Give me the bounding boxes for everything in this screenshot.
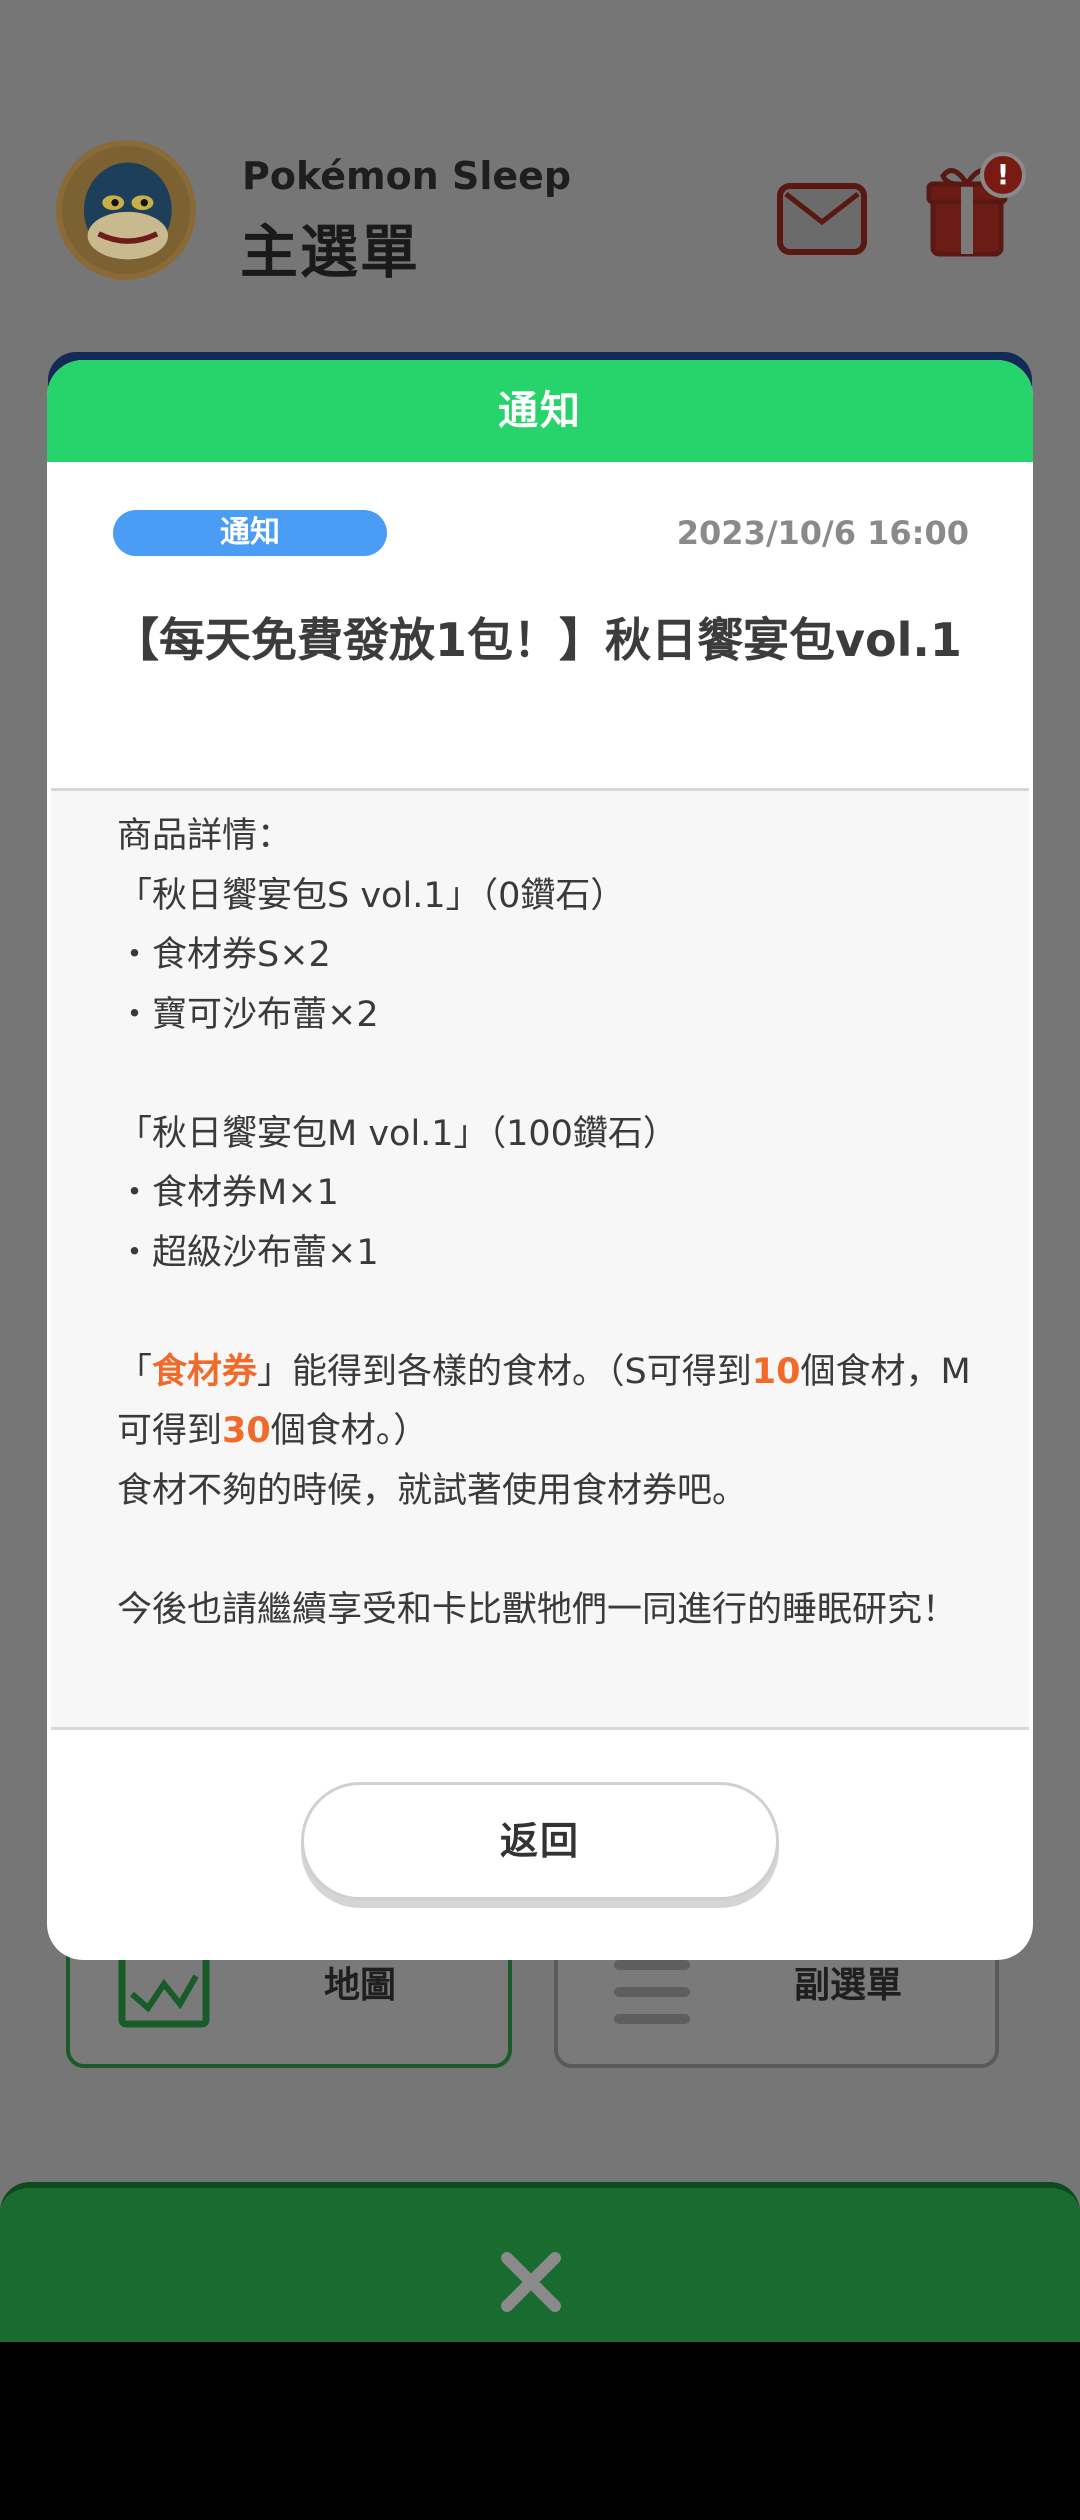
text-span: 「 <box>117 1351 153 1392</box>
game-title: Pokémon Sleep <box>242 154 572 198</box>
map-button-label: 地圖 <box>324 1965 397 2006</box>
post-date: 2023/10/6 16:00 <box>676 514 969 552</box>
submenu-button-label: 副選單 <box>794 1965 903 2006</box>
body-line: 商品詳情： <box>117 816 293 856</box>
page-title: 主選單 <box>240 218 421 286</box>
highlight-text: 30 <box>222 1411 271 1451</box>
body-line: ・寶可沙布蕾×2 <box>117 994 379 1035</box>
avatar[interactable] <box>56 140 196 280</box>
body-line: ・超級沙布蕾×1 <box>117 1232 379 1273</box>
body-line: ・食材券M×1 <box>117 1173 339 1213</box>
system-nav-area <box>0 2342 1080 2520</box>
body-line: 「秋日饗宴包S vol.1」（0鑽石） <box>117 875 626 916</box>
text-span: 」能得到各樣的食材。（S可得到 <box>257 1351 752 1392</box>
highlight-text: 食材券 <box>152 1351 258 1392</box>
bottom-bar <box>0 2182 1080 2342</box>
text-span: 個食材。） <box>270 1411 429 1451</box>
category-tag: 通知 <box>113 510 387 556</box>
body-line: 食材不夠的時候，就試著使用食材券吧。 <box>117 1470 748 1511</box>
body-line: 「秋日饗宴包M vol.1」（100鑽石） <box>117 1113 678 1154</box>
menu-lines-icon <box>614 1960 690 2024</box>
back-button[interactable]: 返回 <box>301 1782 779 1900</box>
dialog-header: 通知 <box>47 360 1033 462</box>
avatar-image <box>62 146 190 274</box>
highlight-text: 10 <box>751 1351 801 1392</box>
mail-icon[interactable] <box>776 182 868 256</box>
body-line: 今後也請繼續享受和卡比獸牠們一同進行的睡眠研究！ <box>117 1589 958 1630</box>
notice-body-scroll[interactable]: 商品詳情： 「秋日饗宴包S vol.1」（0鑽石） ・食材券S×2 ・寶可沙布蕾… <box>51 788 1029 1730</box>
notification-badge: ! <box>980 152 1026 198</box>
body-line: ・食材券S×2 <box>117 935 331 975</box>
notice-body: 商品詳情： 「秋日饗宴包S vol.1」（0鑽石） ・食材券S×2 ・寶可沙布蕾… <box>117 807 977 1640</box>
notice-title: 【每天免費發放1包！】秋日饗宴包vol.1 <box>113 613 962 667</box>
close-icon[interactable] <box>499 2250 563 2314</box>
notification-dialog: 通知 通知 2023/10/6 16:00 【每天免費發放1包！】秋日饗宴包vo… <box>47 360 1033 1960</box>
body-paragraph: 「食材券」能得到各樣的食材。（S可得到10個食材，M可得到30個食材。） <box>117 1343 977 1462</box>
